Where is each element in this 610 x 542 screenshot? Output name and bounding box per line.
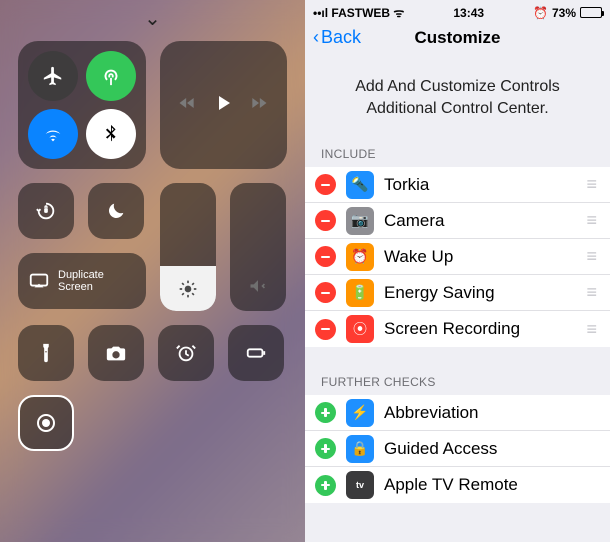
forward-icon[interactable] [249, 93, 269, 118]
orientation-lock-toggle[interactable] [18, 183, 74, 239]
add-icon[interactable] [315, 402, 336, 423]
airplane-mode-toggle[interactable] [28, 51, 78, 101]
app-icon: 📷 [346, 207, 374, 235]
add-icon[interactable] [315, 438, 336, 459]
app-icon: 🔦 [346, 171, 374, 199]
record-icon [37, 414, 55, 432]
status-bar: ••ıl FASTWEB ᯤ 13:43 ⏰ 73% [305, 0, 610, 21]
drag-handle-icon[interactable] [586, 282, 598, 303]
brightness-slider[interactable] [160, 183, 216, 311]
list-item[interactable]: 🔋 Energy Saving [305, 275, 610, 311]
screen-mirror-icon [28, 270, 50, 292]
section-further-header: FURTHER CHECKS [305, 369, 610, 395]
add-icon[interactable] [315, 475, 336, 496]
screen-record-button[interactable] [18, 395, 74, 451]
item-label: Torkia [384, 175, 576, 195]
screen-mirroring-button[interactable]: Duplicate Screen [18, 253, 146, 309]
alarm-clock-icon [175, 342, 197, 364]
battery-icon [580, 7, 602, 18]
nav-title: Customize [415, 28, 501, 48]
description-text: Add And Customize Controls Additional Co… [305, 58, 610, 141]
list-item[interactable]: 🔒 Guided Access [305, 431, 610, 467]
back-button[interactable]: ‹ Back [313, 27, 361, 48]
sun-icon [178, 279, 198, 299]
item-label: Guided Access [384, 439, 598, 459]
item-label: Energy Saving [384, 283, 576, 303]
battery-icon [245, 342, 267, 364]
app-icon: ⚡ [346, 399, 374, 427]
list-item[interactable]: tv Apple TV Remote [305, 467, 610, 503]
status-time: 13:43 [453, 6, 484, 20]
wifi-icon [42, 123, 64, 145]
remove-icon[interactable] [315, 210, 336, 231]
control-center: ⌄ [0, 0, 305, 542]
remove-icon[interactable] [315, 174, 336, 195]
antenna-icon [100, 65, 122, 87]
screen-mirror-line1: Duplicate [58, 269, 104, 281]
camera-icon [105, 342, 127, 364]
low-power-button[interactable] [228, 325, 284, 381]
camera-button[interactable] [88, 325, 144, 381]
status-left: ••ıl FASTWEB ᯤ [313, 4, 404, 21]
drag-handle-icon[interactable] [586, 210, 598, 231]
app-icon: tv [346, 471, 374, 499]
section-include-header: INCLUDE [305, 141, 610, 167]
list-item[interactable]: ⚡ Abbreviation [305, 395, 610, 431]
list-item[interactable]: ⦿ Screen Recording [305, 311, 610, 347]
remove-icon[interactable] [315, 319, 336, 340]
item-label: Abbreviation [384, 403, 598, 423]
bluetooth-icon [100, 123, 122, 145]
mute-icon [248, 276, 268, 301]
airplane-icon [42, 65, 64, 87]
volume-slider[interactable] [230, 183, 286, 311]
do-not-disturb-toggle[interactable] [88, 183, 144, 239]
chevron-down-icon[interactable]: ⌄ [0, 0, 305, 31]
flashlight-icon [35, 342, 57, 364]
item-label: Screen Recording [384, 319, 576, 339]
app-icon: ⦿ [346, 315, 374, 343]
battery-percent: 73% [552, 6, 576, 20]
item-label: Camera [384, 211, 576, 231]
rewind-icon[interactable] [177, 93, 197, 118]
play-icon[interactable] [211, 91, 235, 120]
drag-handle-icon[interactable] [586, 174, 598, 195]
flashlight-button[interactable] [18, 325, 74, 381]
screen-mirror-line2: Screen [58, 281, 104, 293]
alarm-indicator-icon: ⏰ [533, 6, 548, 20]
orientation-lock-icon [35, 200, 57, 222]
connectivity-panel[interactable] [18, 41, 146, 169]
moon-icon [105, 200, 127, 222]
status-right: ⏰ 73% [533, 6, 602, 20]
list-item[interactable]: 🔦 Torkia [305, 167, 610, 203]
cellular-toggle[interactable] [86, 51, 136, 101]
list-item[interactable]: ⏰ Wake Up [305, 239, 610, 275]
app-icon: ⏰ [346, 243, 374, 271]
list-item[interactable]: 📷 Camera [305, 203, 610, 239]
nav-bar: ‹ Back Customize [305, 21, 610, 58]
app-icon: 🔒 [346, 435, 374, 463]
remove-icon[interactable] [315, 282, 336, 303]
drag-handle-icon[interactable] [586, 246, 598, 267]
remove-icon[interactable] [315, 246, 336, 267]
bluetooth-toggle[interactable] [86, 109, 136, 159]
item-label: Wake Up [384, 247, 576, 267]
item-label: Apple TV Remote [384, 475, 598, 495]
settings-screen: ••ıl FASTWEB ᯤ 13:43 ⏰ 73% ‹ Back Custom… [305, 0, 610, 542]
include-list: 🔦 Torkia 📷 Camera ⏰ Wake Up 🔋 Energy Sav… [305, 167, 610, 347]
wifi-toggle[interactable] [28, 109, 78, 159]
media-panel[interactable] [160, 41, 287, 169]
alarm-button[interactable] [158, 325, 214, 381]
app-icon: 🔋 [346, 279, 374, 307]
chevron-left-icon: ‹ [313, 27, 319, 48]
further-list: ⚡ Abbreviation 🔒 Guided Access tv Apple … [305, 395, 610, 503]
drag-handle-icon[interactable] [586, 319, 598, 340]
